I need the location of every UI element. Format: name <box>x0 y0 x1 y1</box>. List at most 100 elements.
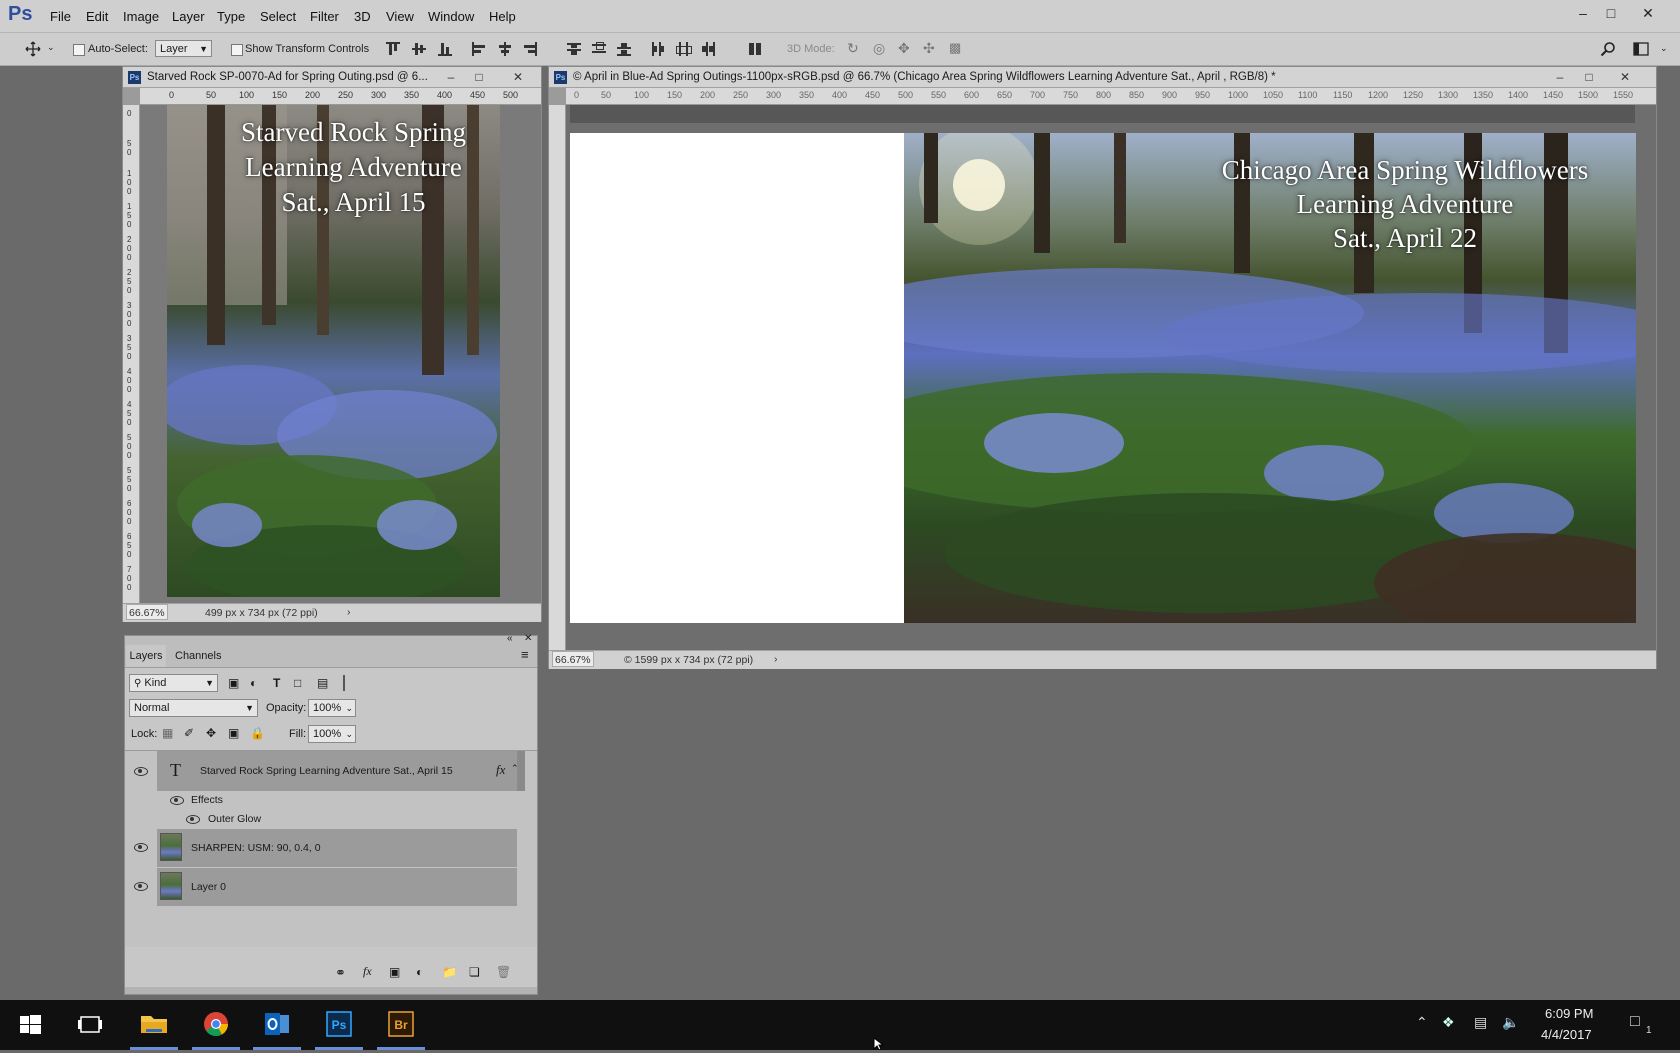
image-filter-icon[interactable]: ▣ <box>228 676 239 690</box>
auto-select-dropdown[interactable]: Layer ▼ <box>155 40 212 57</box>
zoom-field[interactable]: 66.67% <box>552 651 594 667</box>
lock-position-icon[interactable]: ✥ <box>206 726 216 740</box>
add-mask-icon[interactable]: ▣ <box>389 965 400 979</box>
chevron-up-icon[interactable]: ⌃ <box>1416 1014 1428 1031</box>
chevron-down-icon[interactable]: ⌄ <box>47 42 55 53</box>
distribute-top-icon[interactable] <box>567 42 581 56</box>
filter-toggle-icon[interactable] <box>340 675 348 691</box>
workspace-icon[interactable] <box>1633 41 1649 57</box>
blend-mode-dropdown[interactable]: Normal ▼ <box>129 699 258 717</box>
move-tool-icon[interactable] <box>25 41 41 57</box>
collapse-icon[interactable]: « <box>507 633 513 644</box>
file-explorer-icon[interactable] <box>130 1000 178 1050</box>
chrome-icon[interactable] <box>192 1000 240 1050</box>
lock-all-icon[interactable]: 🔒 <box>250 726 265 740</box>
visibility-eye-icon[interactable] <box>170 796 184 805</box>
tab-channels[interactable]: Channels <box>175 650 221 662</box>
distribute-bottom-icon[interactable] <box>617 42 631 56</box>
minimize-icon[interactable]: – <box>440 69 462 85</box>
show-transform-checkbox[interactable] <box>231 44 243 56</box>
menu-filter[interactable]: Filter <box>310 9 339 24</box>
close-icon[interactable]: ✕ <box>507 69 529 85</box>
document-window-april-in-blue[interactable]: Ps © April in Blue-Ad Spring Outings-110… <box>548 66 1657 669</box>
start-icon[interactable] <box>6 1000 54 1050</box>
close-icon[interactable]: ✕ <box>524 633 532 644</box>
3d-orbit-icon[interactable]: ↻ <box>847 40 859 57</box>
shape-filter-icon[interactable]: □ <box>294 676 301 690</box>
filter-kind-dropdown[interactable]: ⚲ Kind ▼ <box>129 674 218 692</box>
document-titlebar[interactable]: Ps © April in Blue-Ad Spring Outings-110… <box>549 67 1656 88</box>
task-view-icon[interactable] <box>66 1000 114 1050</box>
layer-name[interactable]: Starved Rock Spring Learning Adventure S… <box>200 765 453 777</box>
3d-camera-icon[interactable]: ▩ <box>949 40 961 56</box>
distribute-right-icon[interactable] <box>701 42 715 56</box>
menu-help[interactable]: Help <box>489 9 516 24</box>
visibility-eye-icon[interactable] <box>186 815 200 824</box>
lock-artboard-icon[interactable]: ▣ <box>228 726 239 740</box>
volume-icon[interactable]: 🔈 <box>1502 1014 1519 1031</box>
visibility-eye-icon[interactable] <box>134 767 148 776</box>
layer-row-effects[interactable]: Effects <box>157 791 517 810</box>
document-window-starved-rock[interactable]: Ps Starved Rock SP-0070-Ad for Spring Ou… <box>122 66 542 622</box>
menu-window[interactable]: Window <box>428 9 474 24</box>
3d-pan-icon[interactable]: ✥ <box>898 40 910 57</box>
link-layers-icon[interactable]: ⚭ <box>335 965 346 981</box>
adjustment-filter-icon[interactable]: ◐ <box>250 676 257 690</box>
menu-select[interactable]: Select <box>260 9 296 24</box>
fx-icon[interactable]: fx <box>496 762 505 778</box>
add-style-icon[interactable]: fx <box>363 964 372 979</box>
panel-menu-icon[interactable]: ≡ <box>521 647 529 662</box>
menu-type[interactable]: Type <box>217 9 245 24</box>
align-top-icon[interactable] <box>386 42 400 56</box>
outlook-icon[interactable] <box>253 1000 301 1050</box>
menu-file[interactable]: File <box>50 9 71 24</box>
align-hcenter-icon[interactable] <box>498 42 512 56</box>
clock-date[interactable]: 4/4/2017 <box>1541 1027 1592 1042</box>
menu-edit[interactable]: Edit <box>86 9 108 24</box>
smart-object-filter-icon[interactable]: ▤ <box>317 676 328 690</box>
distribute-hcenter-icon[interactable] <box>676 42 692 56</box>
layer-row-layer-0[interactable]: Layer 0 <box>125 868 517 906</box>
maximize-icon[interactable]: □ <box>1578 69 1600 85</box>
close-icon[interactable]: ✕ <box>1634 2 1662 24</box>
new-group-icon[interactable]: 📁 <box>442 965 457 979</box>
zoom-field[interactable]: 66.67% <box>126 604 168 620</box>
lock-transparent-icon[interactable]: ▦ <box>162 726 173 740</box>
notification-icon[interactable]: □ <box>1630 1013 1640 1031</box>
auto-select-checkbox[interactable] <box>73 44 85 56</box>
chevron-down-icon[interactable]: ⌄ <box>1660 43 1668 54</box>
dropbox-icon[interactable]: ❖ <box>1442 1014 1455 1031</box>
maximize-icon[interactable]: □ <box>1597 2 1625 24</box>
layer-row-text[interactable]: T Starved Rock Spring Learning Adventure… <box>125 751 519 791</box>
type-filter-icon[interactable]: T <box>273 676 280 690</box>
minimize-icon[interactable]: – <box>1549 69 1571 85</box>
lock-pixels-icon[interactable]: ✐ <box>184 726 194 740</box>
close-icon[interactable]: ✕ <box>1614 69 1636 85</box>
fill-field[interactable]: 100% ⌄ <box>308 725 356 743</box>
3d-slide-icon[interactable]: ✣ <box>923 40 935 57</box>
align-vcenter-icon[interactable] <box>412 42 426 56</box>
document-titlebar[interactable]: Ps Starved Rock SP-0070-Ad for Spring Ou… <box>123 67 541 88</box>
maximize-icon[interactable]: □ <box>468 69 490 85</box>
delete-layer-icon[interactable]: 🗑 <box>496 965 511 979</box>
canvas-area[interactable]: Chicago Area Spring Wildflowers Learning… <box>566 105 1656 650</box>
adjustment-layer-icon[interactable]: ◐ <box>416 965 423 979</box>
bridge-icon[interactable]: Br <box>377 1000 425 1050</box>
clock-time[interactable]: 6:09 PM <box>1545 1006 1593 1021</box>
menu-3d[interactable]: 3D <box>354 9 371 24</box>
scrollbar-thumb[interactable] <box>517 751 525 791</box>
photoshop-icon[interactable]: Ps <box>315 1000 363 1050</box>
distribute-left-icon[interactable] <box>651 42 665 56</box>
chevron-right-icon[interactable]: › <box>774 653 778 665</box>
canvas-area[interactable]: Starved Rock Spring Learning Adventure S… <box>140 105 541 603</box>
align-left-icon[interactable] <box>472 42 486 56</box>
opacity-field[interactable]: 100% ⌄ <box>308 699 356 717</box>
layer-row-sharpen[interactable]: SHARPEN: USM: 90, 0.4, 0 <box>125 829 517 867</box>
visibility-eye-icon[interactable] <box>134 843 148 852</box>
search-icon[interactable] <box>1600 41 1616 57</box>
chevron-right-icon[interactable]: › <box>347 606 351 618</box>
3d-roll-icon[interactable]: ◎ <box>873 40 885 57</box>
minimize-icon[interactable]: – <box>1569 2 1597 24</box>
layer-row-outer-glow[interactable]: Outer Glow <box>157 810 517 829</box>
menu-view[interactable]: View <box>386 9 414 24</box>
